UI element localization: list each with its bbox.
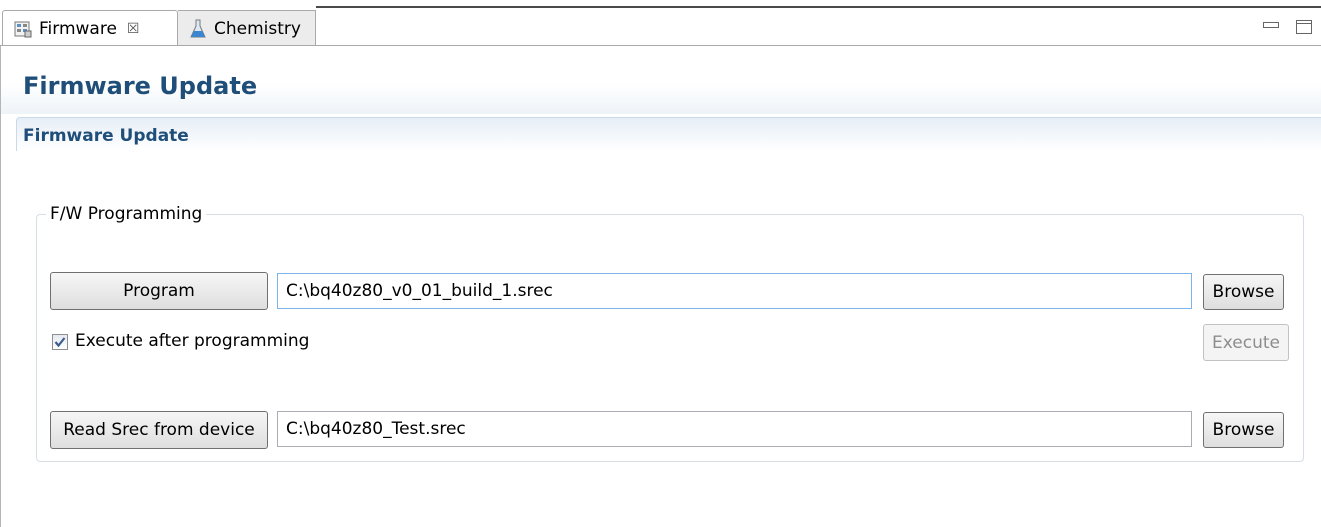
- browse-srec-button[interactable]: Browse: [1203, 412, 1284, 448]
- firmware-icon: [13, 19, 33, 39]
- page-title: Firmware Update: [23, 72, 258, 100]
- maximize-icon[interactable]: [1296, 20, 1312, 34]
- execute-button: Execute: [1203, 324, 1289, 361]
- firmware-path-input[interactable]: [277, 273, 1192, 309]
- tab-firmware[interactable]: Firmware ☒: [2, 10, 178, 46]
- minimize-icon[interactable]: [1263, 22, 1279, 28]
- flask-icon: [188, 19, 208, 39]
- execute-after-programming-label[interactable]: Execute after programming: [75, 331, 309, 351]
- group-legend: F/W Programming: [46, 204, 207, 224]
- tab-chemistry-label: Chemistry: [214, 18, 301, 39]
- program-button[interactable]: Program: [50, 272, 268, 310]
- srec-path-input[interactable]: [277, 411, 1192, 447]
- execute-after-programming-checkbox[interactable]: [52, 334, 68, 350]
- tab-bar-rule: [316, 6, 1321, 8]
- close-tab-icon[interactable]: ☒: [127, 21, 140, 37]
- tab-bar: Firmware ☒ Chemistry: [0, 0, 1321, 46]
- section-header[interactable]: [16, 117, 1321, 151]
- checkmark-icon: [54, 337, 66, 348]
- tab-chemistry[interactable]: Chemistry: [178, 10, 316, 46]
- browse-firmware-button[interactable]: Browse: [1203, 274, 1284, 310]
- read-srec-button[interactable]: Read Srec from device: [50, 411, 268, 449]
- tab-firmware-label: Firmware: [39, 18, 117, 39]
- section-title: Firmware Update: [23, 126, 189, 146]
